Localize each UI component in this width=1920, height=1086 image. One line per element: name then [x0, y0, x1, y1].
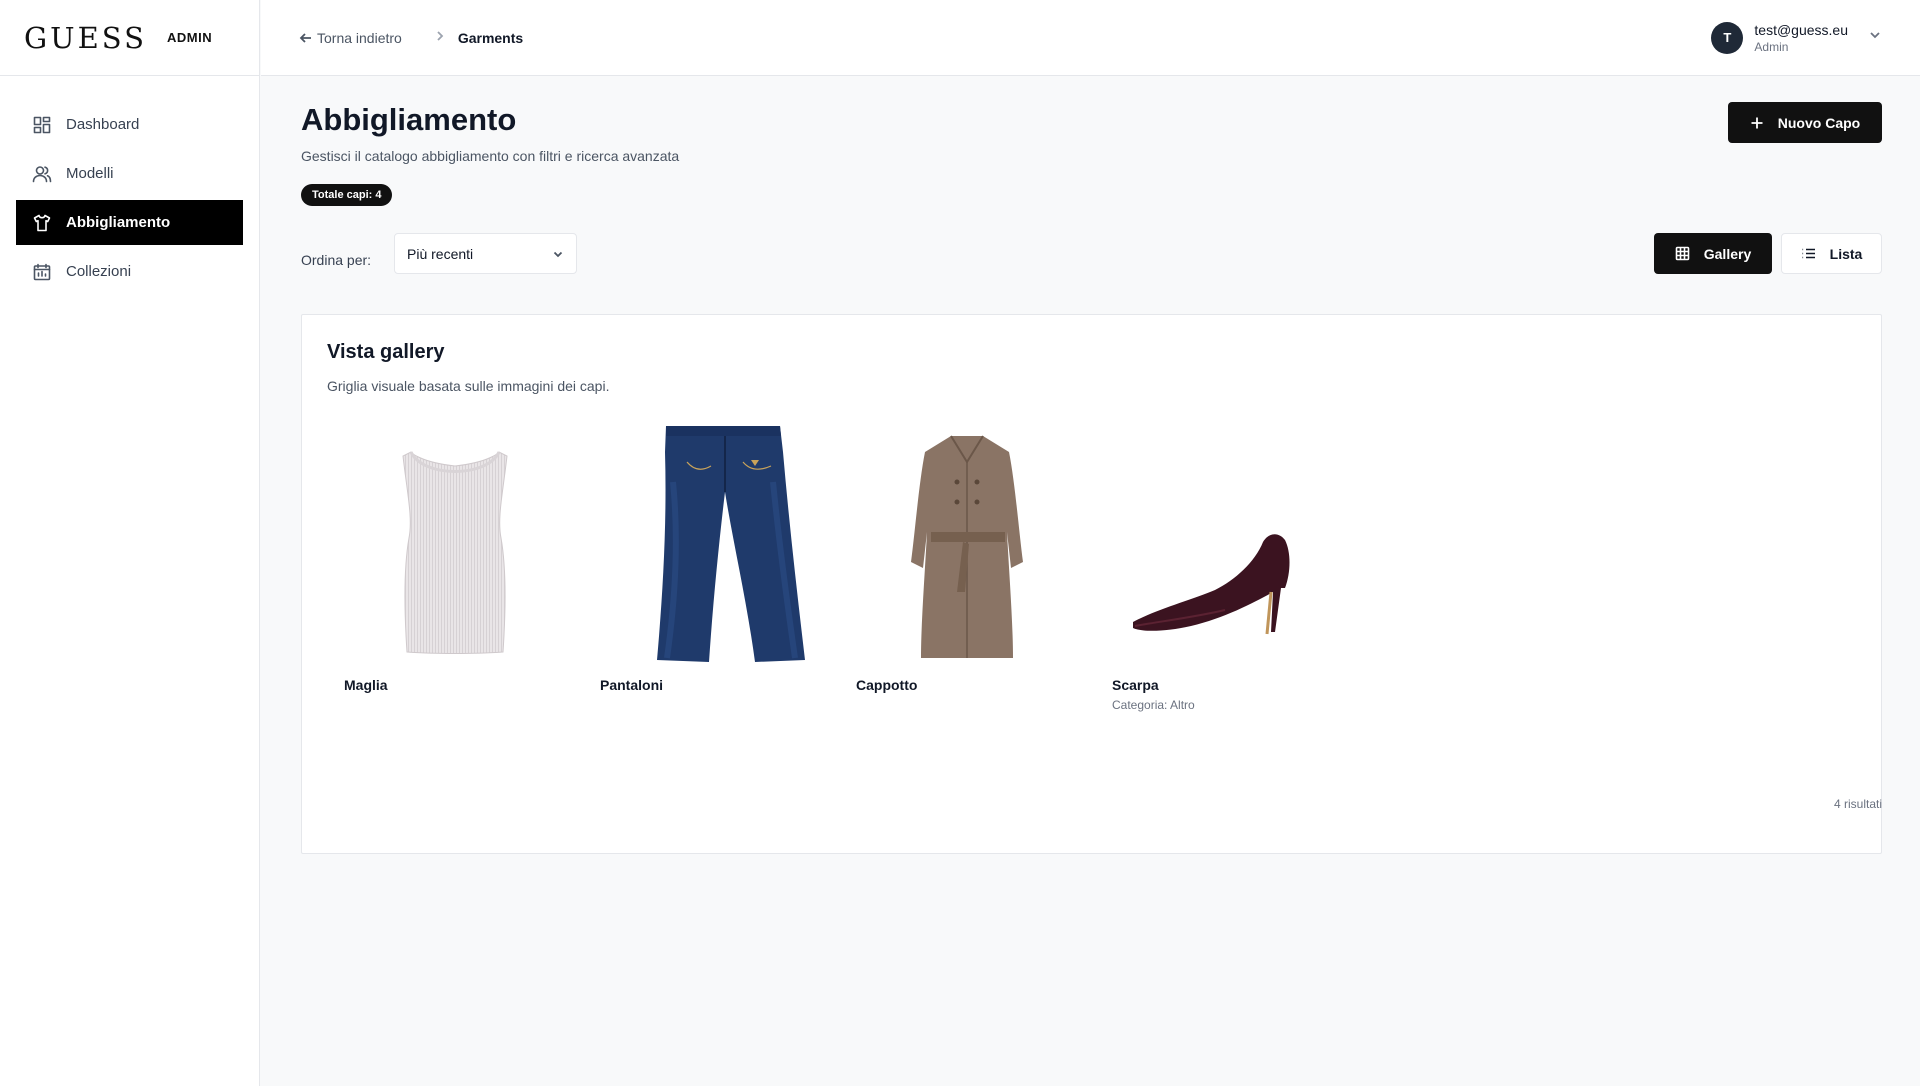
sidebar-item-collezioni[interactable]: Collezioni	[16, 249, 243, 294]
gallery-subtitle: Griglia visuale basata sulle immagini de…	[327, 378, 610, 394]
gallery-item-name: Cappotto	[856, 677, 918, 693]
sort-select[interactable]: Più recenti	[394, 233, 577, 274]
gallery-item-name: Pantaloni	[600, 677, 664, 693]
user-role: Admin	[1754, 39, 1789, 54]
tank-top-image	[327, 422, 583, 662]
avatar: T	[1711, 21, 1744, 54]
page-header: Abbigliamento Gestisci il catalogo abbig…	[301, 76, 1882, 226]
back-link[interactable]: Torna indietro	[299, 30, 402, 46]
gallery-item[interactable]: Pantaloni	[583, 422, 839, 722]
view-gallery-label: Gallery	[1703, 245, 1752, 262]
shirt-icon	[33, 214, 51, 231]
gallery-card: Vista gallery Griglia visuale basata sul…	[301, 314, 1882, 854]
chevron-right-icon	[437, 31, 444, 41]
gallery-item-name: Scarpa	[1112, 677, 1159, 693]
user-menu[interactable]: T test@guess.eu Admin	[1711, 21, 1882, 54]
dashboard-icon	[33, 116, 51, 133]
sidebar-item-label: Dashboard	[66, 116, 140, 133]
view-toggle: Gallery Lista	[1654, 233, 1882, 274]
view-gallery-button[interactable]: Gallery	[1654, 233, 1772, 274]
new-garment-button[interactable]: Nuovo Capo	[1728, 102, 1882, 143]
toolbar: Ordina per: Più recenti Gallery Lista	[301, 226, 1882, 314]
trench-coat-image	[839, 422, 1095, 662]
users-icon	[32, 165, 52, 182]
gallery-title: Vista gallery	[327, 341, 445, 363]
sidebar-item-label: Collezioni	[66, 263, 132, 280]
breadcrumb-current: Garments	[457, 29, 524, 46]
main-content: Abbigliamento Gestisci il catalogo abbig…	[301, 76, 1882, 854]
total-count-badge: Totale capi: 4	[301, 184, 393, 206]
user-email: test@guess.eu	[1754, 21, 1848, 38]
user-menu-chevron	[1868, 28, 1882, 47]
view-list-button[interactable]: Lista	[1781, 233, 1882, 274]
sidebar-item-dashboard[interactable]: Dashboard	[16, 102, 243, 147]
sidebar-item-label: Modelli	[66, 165, 114, 182]
results-count: 4 risultati	[1833, 797, 1882, 811]
gallery-grid: Maglia Pantaloni Cappotto Scarpa Categor…	[327, 422, 1351, 722]
new-garment-label: Nuovo Capo	[1777, 114, 1861, 131]
plus-icon	[1751, 117, 1763, 128]
sidebar-item-abbigliamento[interactable]: Abbigliamento	[16, 200, 243, 245]
list-icon	[1802, 248, 1815, 259]
sidebar-item-modelli[interactable]: Modelli	[16, 151, 243, 196]
chevron-down-icon	[553, 251, 563, 257]
view-list-label: Lista	[1829, 245, 1863, 262]
sort-label: Ordina per:	[301, 252, 372, 268]
top-bar: Torna indietro Garments T test@guess.eu …	[261, 0, 1920, 76]
brand-admin-badge: ADMIN	[167, 30, 213, 45]
arrow-left-icon	[299, 32, 311, 43]
gallery-item[interactable]: Cappotto	[839, 422, 1095, 722]
sort-select-value: Più recenti	[407, 245, 474, 262]
chevron-down-icon	[1870, 32, 1880, 39]
page-subtitle: Gestisci il catalogo abbigliamento con f…	[301, 148, 680, 164]
gallery-item-category: Categoria: Altro	[1112, 698, 1195, 712]
brand-logo[interactable]: GUESS	[24, 21, 147, 55]
user-info: test@guess.eu Admin	[1754, 22, 1848, 54]
brand: GUESS ADMIN	[0, 0, 259, 76]
breadcrumb-separator	[434, 30, 446, 45]
pump-shoe-image	[1095, 422, 1351, 662]
gallery-item[interactable]: Scarpa Categoria: Altro	[1095, 422, 1351, 722]
collections-icon	[33, 263, 51, 280]
sidebar-nav: Dashboard Modelli Abbigliamento Collezio…	[0, 76, 259, 294]
sidebar-item-label: Abbigliamento	[66, 214, 171, 231]
gallery-item-name: Maglia	[344, 677, 388, 693]
gallery-item[interactable]: Maglia	[327, 422, 583, 722]
jeans-image	[583, 422, 839, 662]
grid-icon	[1675, 246, 1690, 261]
back-link-label: Torna indietro	[317, 29, 402, 46]
page-title: Abbigliamento	[301, 102, 517, 137]
sidebar: GUESS ADMIN Dashboard Modelli Abbigliame…	[0, 0, 260, 1086]
